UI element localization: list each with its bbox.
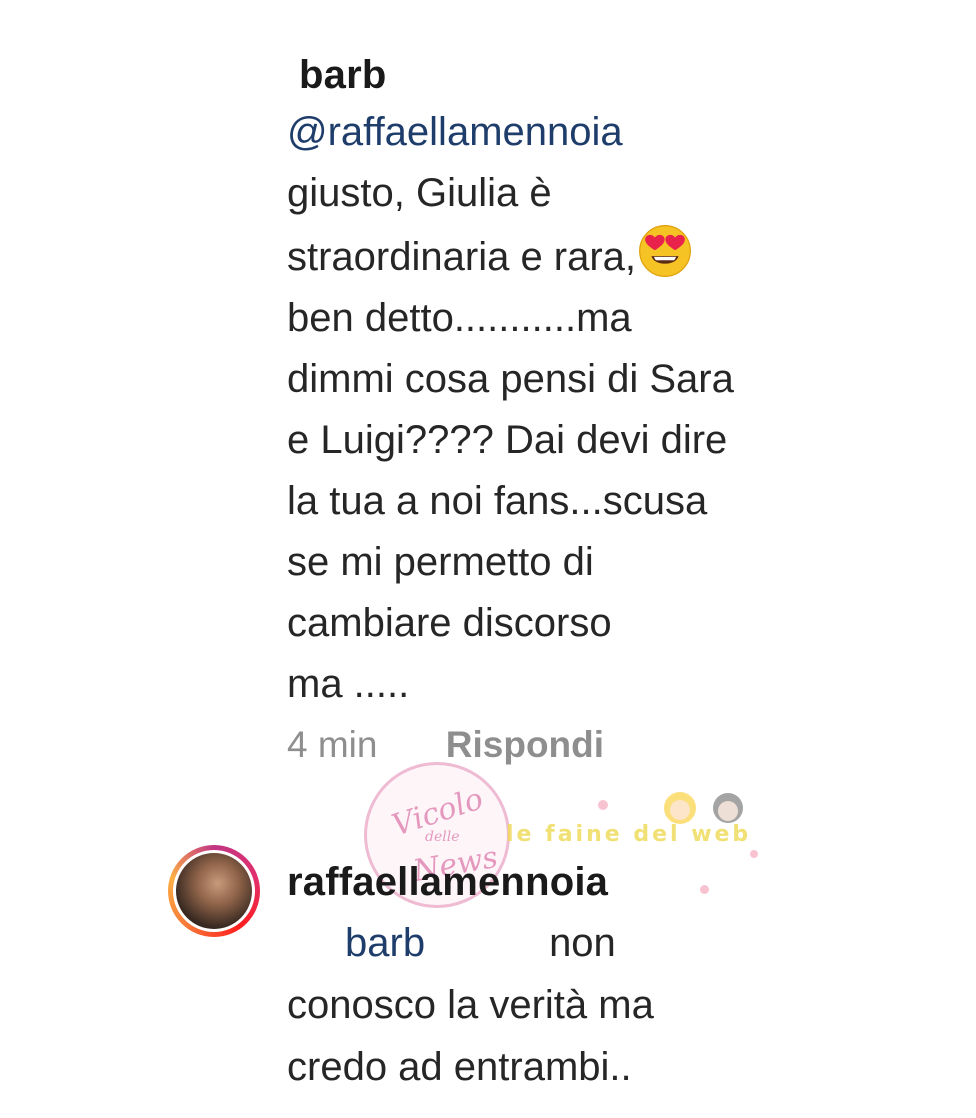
heart-eyes-emoji-icon [639,225,691,277]
comment-body: @raffaellamennoia giusto, Giulia è strao… [287,102,927,715]
comment-line-with-emoji: straordinaria e rara, [287,224,927,288]
avatar-photo [176,853,252,929]
comment-username[interactable]: barb [299,48,927,102]
comment-line: giusto, Giulia è [287,171,552,215]
comment-meta: 4 min Rispondi [287,724,604,766]
comment-line: la tua a noi fans...scusa [287,479,708,523]
comment-line: dimmi cosa pensi di Sara [287,357,734,401]
comment-line: se mi permetto di [287,540,594,584]
watermark-dot [598,800,608,810]
comment-line: e Luigi???? Dai devi dire [287,418,728,462]
comment-line: conosco la verità ma [287,983,654,1027]
watermark-line: Vicolo [387,781,488,844]
comment-timestamp: 4 min [287,724,378,765]
comment-line: ben detto...........ma [287,296,632,340]
avatar[interactable] [168,845,260,937]
comment-barb: barb @raffaellamennoia giusto, Giulia è … [287,48,927,715]
comment-line: cambiare discorso [287,601,612,645]
comment-line: non [549,921,616,965]
mention-link[interactable]: barb [345,921,425,965]
watermark-figures-icon [664,792,743,824]
watermark-line: delle [425,829,460,845]
comment-username[interactable]: raffaellamennoia [287,852,927,912]
comment-first-line: barb non [287,912,927,974]
comment-line: credo ad entrambi.. [287,1045,632,1089]
mention-link[interactable]: @raffaellamennoia [287,102,927,163]
comment-body: barb non conosco la verità ma credo ad en… [287,912,927,1098]
avatar-ring [173,850,255,932]
comment-line: ma ..... [287,662,410,706]
watermark-tagline: le faine del web [506,822,752,847]
comment-line: straordinaria e rara, [287,235,637,279]
reply-button[interactable]: Rispondi [446,724,604,765]
comment-raffaellamennoia: raffaellamennoia barb non conosco la veri… [287,852,927,1098]
